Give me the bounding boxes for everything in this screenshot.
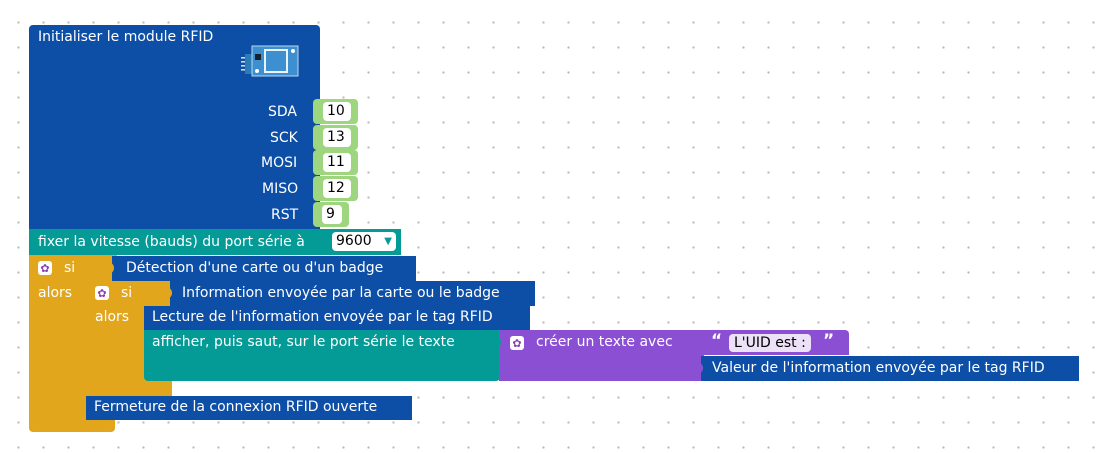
pin-label-miso: MISO [262, 181, 299, 197]
if-inner-alors-label: alors [95, 309, 130, 325]
rfid-module-image [241, 44, 299, 78]
if-outer-si-label: si [64, 260, 76, 276]
pin-label-sck: SCK [270, 130, 298, 146]
if-outer-alors-label: alors [38, 285, 73, 301]
pin-label-mosi: MOSI [261, 155, 298, 171]
info-sent-label: Information envoyée par la carte ou le b… [182, 285, 500, 301]
baud-value: 9600 [336, 233, 372, 249]
pin-label-rst: RST [271, 207, 299, 223]
uid-string-field[interactable]: L'UID est : [729, 334, 811, 352]
create-text-label: créer un texte avec [536, 334, 673, 350]
serial-print-label: afficher, puis saut, sur le port série l… [152, 334, 455, 350]
number-field-mosi[interactable]: 11 [323, 153, 351, 172]
uid-string-value: L'UID est : [734, 335, 806, 351]
gear-icon[interactable]: ✿ [95, 286, 109, 300]
dropdown-arrow-icon: ▼ [384, 236, 392, 247]
if-inner-si-label: si [121, 285, 133, 301]
close-connection-label: Fermeture de la connexion RFID ouverte [94, 399, 378, 415]
number-field-rst[interactable]: 9 [322, 205, 342, 224]
serial-speed-label: fixer la vitesse (bauds) du port série à [38, 234, 305, 250]
close-quote-icon: ” [823, 331, 835, 351]
read-tag-label: Lecture de l'information envoyée par le … [152, 309, 493, 325]
rfid-init-title: Initialiser le module RFID [38, 29, 214, 45]
number-field-sda[interactable]: 10 [323, 102, 351, 121]
tag-value-label: Valeur de l'information envoyée par le t… [712, 360, 1045, 376]
gear-icon[interactable]: ✿ [510, 336, 524, 350]
number-field-sck[interactable]: 13 [323, 128, 351, 147]
pin-label-sda: SDA [268, 104, 297, 120]
baud-dropdown[interactable]: 9600 ▼ [332, 232, 396, 251]
card-detection-label: Détection d'une carte ou d'un badge [126, 260, 384, 276]
open-quote-icon: “ [711, 331, 723, 351]
gear-icon[interactable]: ✿ [38, 261, 52, 275]
number-field-miso[interactable]: 12 [323, 179, 351, 198]
